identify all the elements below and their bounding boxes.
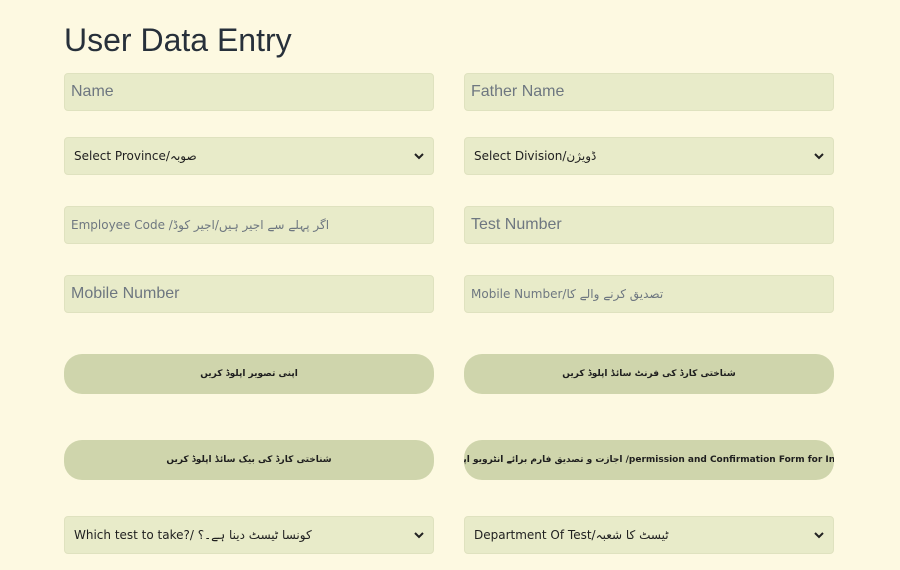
upload-cnic-front-button[interactable]: شناختی کارڈ کی فرنٹ سائڈ اپلوڈ کریں [464,354,834,394]
province-select-value: Select Province/صوبہ [74,149,197,163]
father-name-placeholder: Father Name [471,83,565,100]
test-select-value: Which test to take?/ کونسا ٹیسٹ دینا ہے۔… [74,528,312,542]
page-title: User Data Entry [64,22,292,58]
mobile-number-input[interactable]: Mobile Number [64,275,434,313]
chevron-down-icon [414,153,424,160]
test-number-placeholder: Test Number [471,216,562,233]
division-select[interactable]: Select Division/ڈویژن [464,137,834,175]
division-select-value: Select Division/ڈویژن [474,149,597,163]
employee-code-placeholder: Employee Code /اگر پہلے سے اجیر ہیں/اجیر… [71,218,330,232]
name-input[interactable]: Name [64,73,434,111]
employee-code-input[interactable]: Employee Code /اگر پہلے سے اجیر ہیں/اجیر… [64,206,434,244]
upload-permission-form-button[interactable]: اجازت و تصدیق فارم برائے انٹرویو اپلوڈ ک… [464,440,834,480]
name-placeholder: Name [71,83,114,100]
department-select-value: Department Of Test/ٹیسٹ کا شعبہ [474,528,669,542]
chevron-down-icon [814,532,824,539]
test-number-input[interactable]: Test Number [464,206,834,244]
upload-cnic-back-button[interactable]: شناختی کارڈ کی بیک سائڈ اپلوڈ کریں [64,440,434,480]
province-select[interactable]: Select Province/صوبہ [64,137,434,175]
mobile-number-placeholder: Mobile Number [71,285,180,302]
department-select[interactable]: Department Of Test/ٹیسٹ کا شعبہ [464,516,834,554]
upload-photo-label: اپنی تصویر اپلوڈ کریں [200,369,298,379]
upload-photo-button[interactable]: اپنی تصویر اپلوڈ کریں [64,354,434,394]
chevron-down-icon [414,532,424,539]
upload-permission-form-label: اجازت و تصدیق فارم برائے انٹرویو اپلوڈ ک… [464,455,834,465]
father-name-input[interactable]: Father Name [464,73,834,111]
test-select[interactable]: Which test to take?/ کونسا ٹیسٹ دینا ہے۔… [64,516,434,554]
chevron-down-icon [814,153,824,160]
verifier-mobile-input[interactable]: Mobile Number/تصدیق کرنے والے کا [464,275,834,313]
verifier-mobile-placeholder: Mobile Number/تصدیق کرنے والے کا [471,287,664,301]
upload-cnic-back-label: شناختی کارڈ کی بیک سائڈ اپلوڈ کریں [166,455,332,465]
upload-cnic-front-label: شناختی کارڈ کی فرنٹ سائڈ اپلوڈ کریں [562,369,736,379]
